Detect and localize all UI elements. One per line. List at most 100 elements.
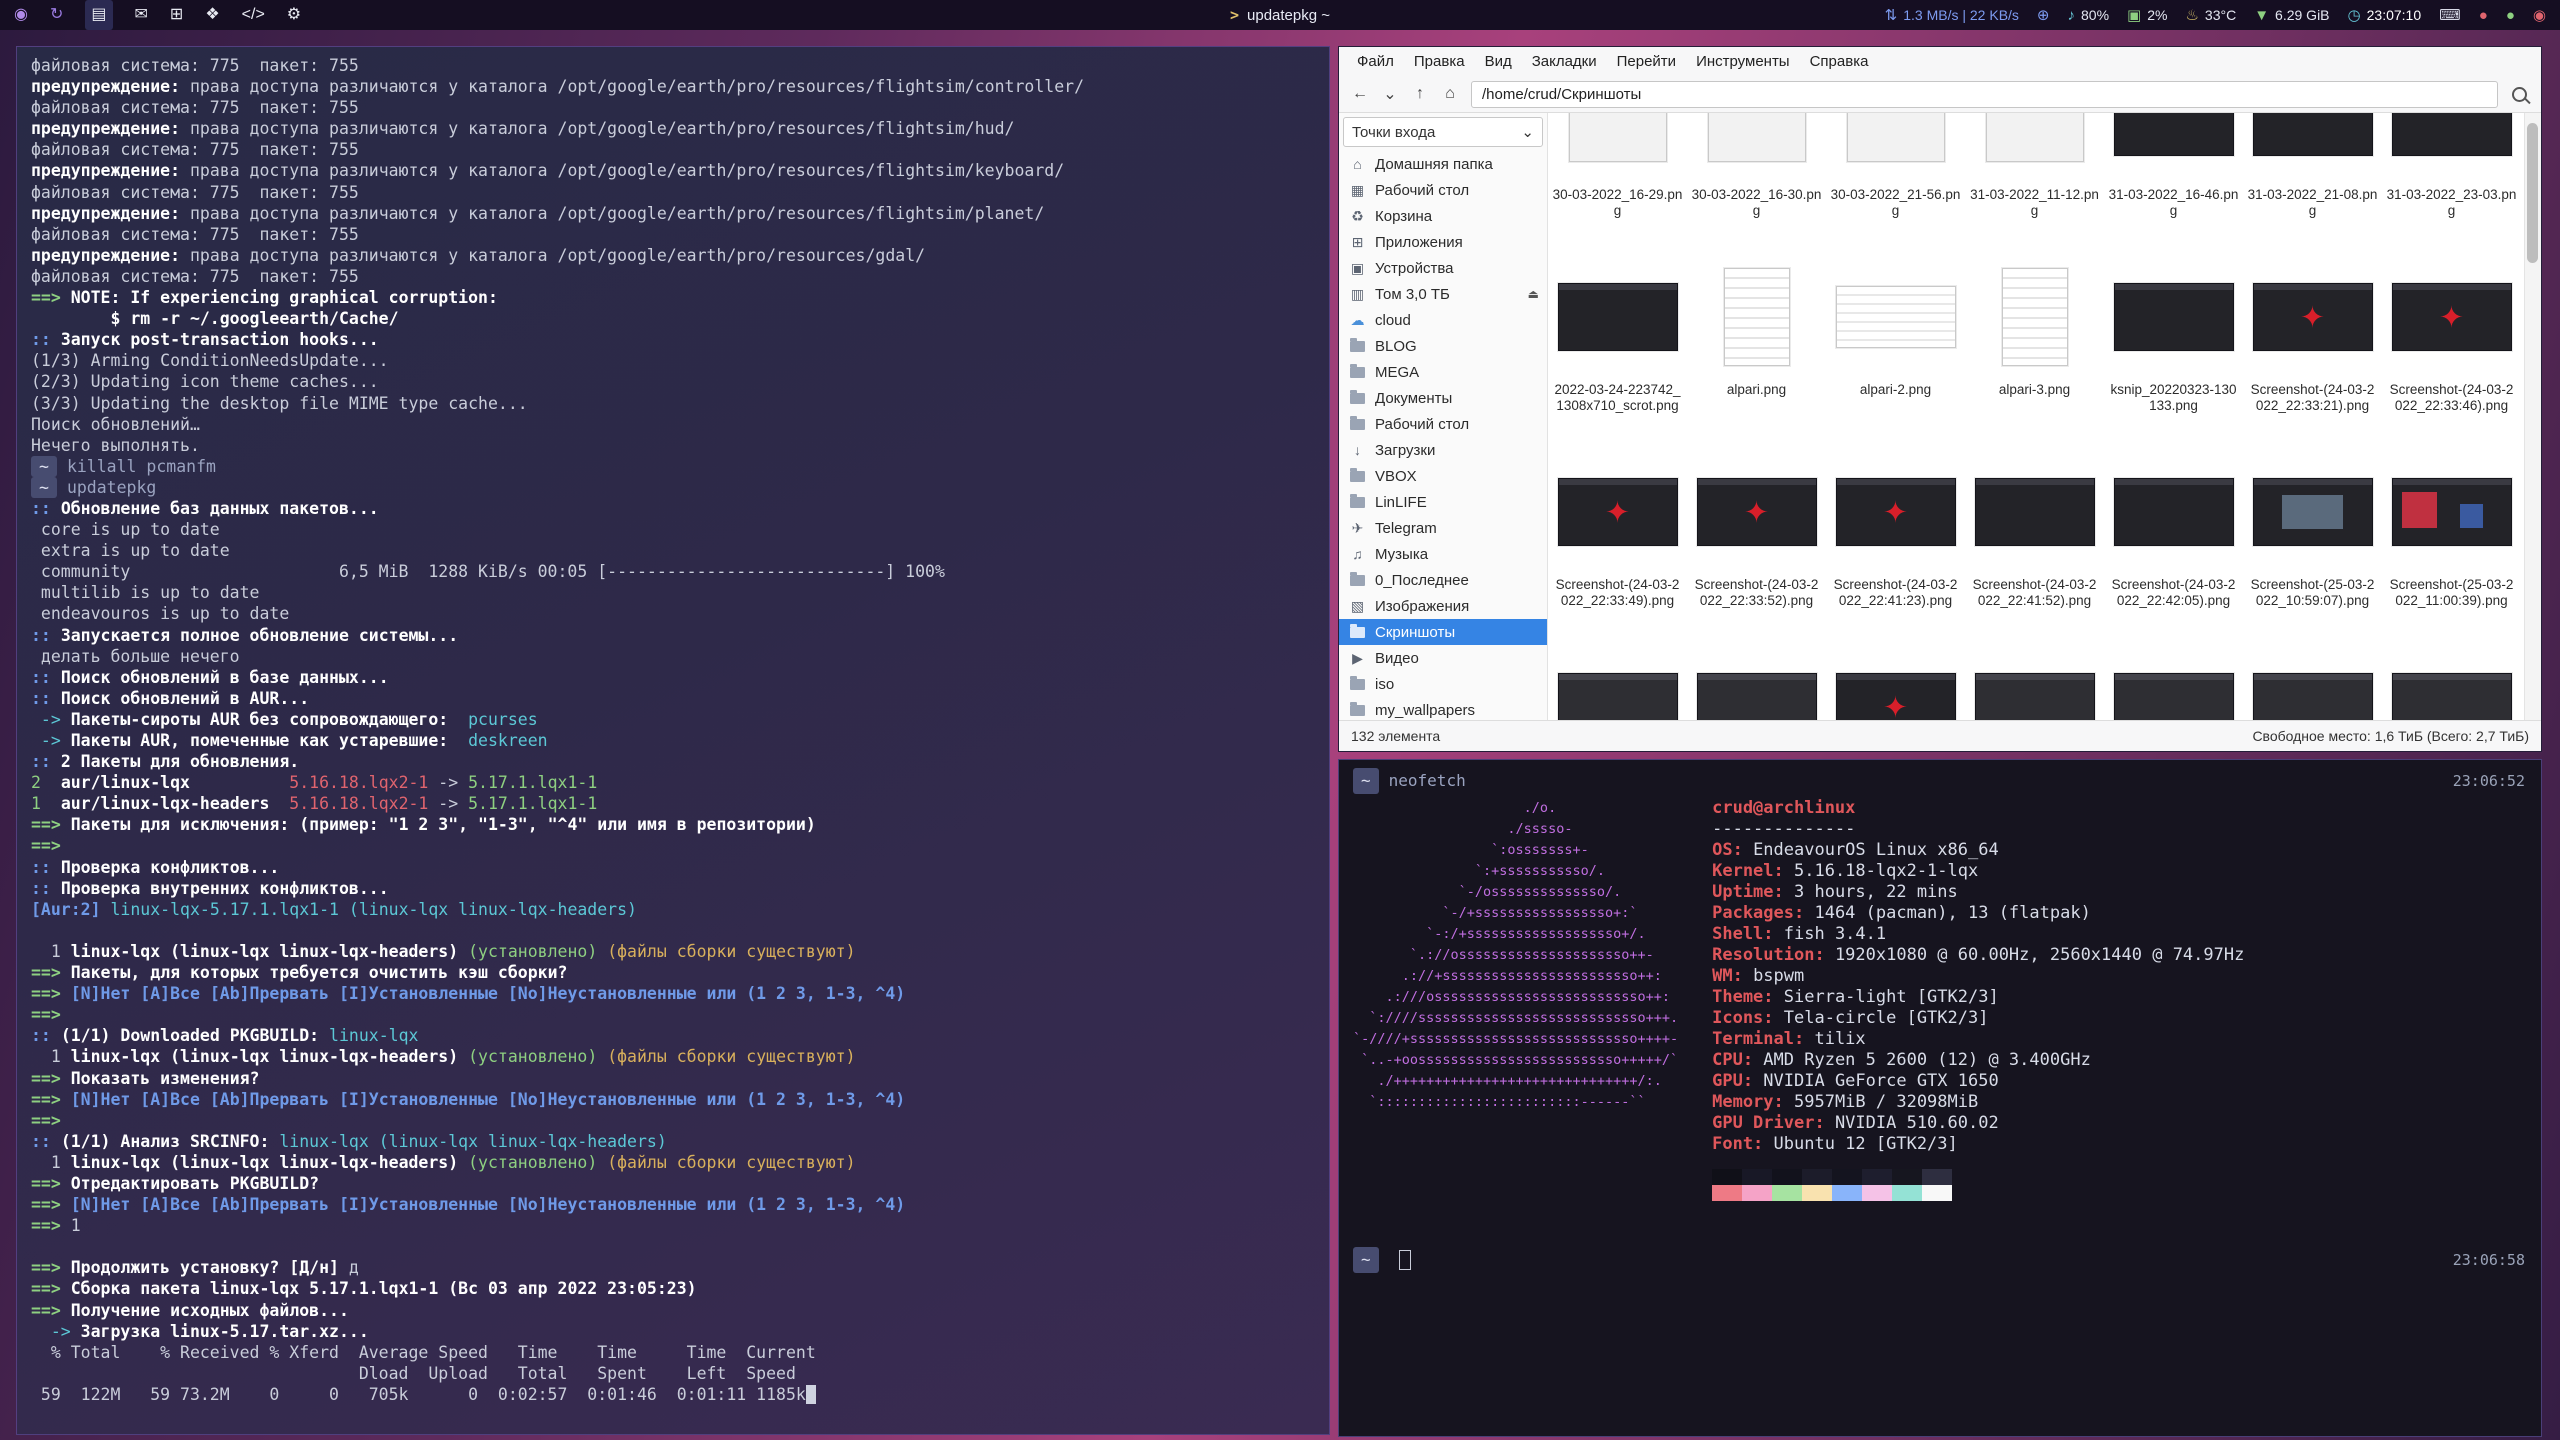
sidebar-item-cloud[interactable]: ☁cloud <box>1339 307 1547 333</box>
volume-indicator[interactable]: ♪80% <box>2068 7 2110 24</box>
apps-icon[interactable]: ⊞ <box>170 0 183 30</box>
fm-file-area[interactable]: 30-03-2022_16-29.png30-03-2022_16-30.png… <box>1548 113 2524 720</box>
file-item[interactable]: alpari-2.png <box>1826 250 1965 445</box>
sidebar-item-скриншоты[interactable]: Скриншоты <box>1339 619 1547 645</box>
file-item[interactable]: 31-03-2022_11-12.png <box>1965 113 2104 250</box>
menu-инструменты[interactable]: Инструменты <box>1686 49 1800 74</box>
file-name: Screenshot-(24-03-2022_22:41:52).png <box>1970 577 2100 608</box>
file-item[interactable]: 31-03-2022_23-03.png <box>2382 113 2521 250</box>
sidebar-item-приложения[interactable]: ⊞Приложения <box>1339 229 1547 255</box>
file-item[interactable]: Screenshot-(24-03-2022_22:33:46).png <box>2382 250 2521 445</box>
tools-icon[interactable]: ⚙ <box>287 0 301 30</box>
terminal-window[interactable]: файловая система: 775 пакет: 755предупре… <box>16 46 1330 1435</box>
file-thumbnail <box>1558 283 1678 351</box>
sidebar-item-telegram[interactable]: ✈Telegram <box>1339 515 1547 541</box>
file-name: Screenshot-(25-03-2022_10:59:07).png <box>2248 577 2378 608</box>
menu-правка[interactable]: Правка <box>1404 49 1475 74</box>
sidebar-item-vbox[interactable]: VBOX <box>1339 463 1547 489</box>
file-item[interactable]: Screenshot-(24-03-2022_22:33:52).png <box>1687 445 1826 640</box>
files-icon[interactable]: ▤ <box>85 0 112 30</box>
file-manager-window[interactable]: ФайлПравкаВидЗакладкиПерейтиИнструментыС… <box>1338 46 2542 752</box>
terminal-output: файловая система: 775 пакет: 755предупре… <box>31 55 1319 1405</box>
file-item[interactable] <box>1965 640 2104 720</box>
file-item[interactable]: 31-03-2022_21-08.png <box>2243 113 2382 250</box>
tray-record-icon[interactable]: ● <box>2479 7 2488 24</box>
file-item[interactable]: 2022-03-24-223742_1308x710_scrot.png <box>1548 250 1687 445</box>
sidebar-item-том-3-0-тб[interactable]: ▥Том 3,0 ТБ⏏ <box>1339 281 1547 307</box>
terminal-line: ==> Отредактировать PKGBUILD? <box>31 1173 1319 1194</box>
sidebar-item-музыка[interactable]: ♫Музыка <box>1339 541 1547 567</box>
sidebar-item-blog[interactable]: BLOG <box>1339 333 1547 359</box>
power-icon[interactable]: ◉ <box>2533 6 2546 24</box>
file-item[interactable]: alpari-3.png <box>1965 250 2104 445</box>
neofetch-bottom-prompt[interactable]: ~ 23:06:58 <box>1353 1247 2525 1273</box>
sidebar-item-видео[interactable]: ▶Видео <box>1339 645 1547 671</box>
temperature-indicator[interactable]: ♨33°C <box>2185 6 2236 24</box>
menu-вид[interactable]: Вид <box>1475 49 1522 74</box>
file-item[interactable]: Screenshot-(25-03-2022_11:00:39).png <box>2382 445 2521 640</box>
sidebar-item-рабочий-стол[interactable]: ▦Рабочий стол <box>1339 177 1547 203</box>
file-item[interactable] <box>2104 640 2243 720</box>
sidebar-item-изображения[interactable]: ▧Изображения <box>1339 593 1547 619</box>
launcher-icon[interactable]: ↻ <box>50 0 63 30</box>
folder-icon <box>1350 419 1365 430</box>
file-item[interactable]: Screenshot-(25-03-2022_10:59:07).png <box>2243 445 2382 640</box>
places-dropdown[interactable]: Точки входа ⌄ <box>1343 117 1543 147</box>
palette-color <box>1802 1185 1832 1201</box>
file-item[interactable]: 30-03-2022_21-56.png <box>1826 113 1965 250</box>
fm-scrollbar-thumb[interactable] <box>2527 123 2538 263</box>
file-item[interactable]: 30-03-2022_16-30.png <box>1687 113 1826 250</box>
back-button[interactable]: ← <box>1347 81 1373 107</box>
history-dropdown-button[interactable]: ⌄ <box>1377 81 1403 107</box>
menu-закладки[interactable]: Закладки <box>1522 49 1607 74</box>
globe-icon[interactable]: ⊕ <box>2037 6 2050 24</box>
sidebar-item-рабочий-стол[interactable]: Рабочий стол <box>1339 411 1547 437</box>
sidebar-item-mega[interactable]: MEGA <box>1339 359 1547 385</box>
volume-icon: ▥ <box>1349 286 1366 303</box>
sidebar-item-устройства[interactable]: ▣Устройства <box>1339 255 1547 281</box>
file-item[interactable] <box>2382 640 2521 720</box>
sidebar-item-0-последнее[interactable]: 0_Последнее <box>1339 567 1547 593</box>
code-icon[interactable]: </> <box>242 0 265 30</box>
file-item[interactable] <box>1687 640 1826 720</box>
file-item[interactable]: Screenshot-(24-03-2022_22:33:49).png <box>1548 445 1687 640</box>
search-icon[interactable] <box>2512 87 2527 102</box>
file-item[interactable]: 31-03-2022_16-46.png <box>2104 113 2243 250</box>
sidebar-item-корзина[interactable]: ♻Корзина <box>1339 203 1547 229</box>
window-icon[interactable]: ❖ <box>205 0 219 30</box>
file-item[interactable]: ksnip_20220323-130133.png <box>2104 250 2243 445</box>
file-item[interactable]: Screenshot-(24-03-2022_22:42:05).png <box>2104 445 2243 640</box>
sidebar-item-my-wallpapers[interactable]: my_wallpapers <box>1339 697 1547 720</box>
sidebar-item-linlife[interactable]: LinLIFE <box>1339 489 1547 515</box>
sidebar-item-домашняя-папка[interactable]: ⌂Домашняя папка <box>1339 151 1547 177</box>
tray-status-icon[interactable]: ● <box>2506 7 2515 24</box>
file-item[interactable]: Screenshot-(24-03-2022_22:41:52).png <box>1965 445 2104 640</box>
file-item[interactable] <box>1548 640 1687 720</box>
file-item[interactable] <box>2243 640 2382 720</box>
file-item[interactable]: Screenshot-(24-03-2022_22:41:23).png <box>1826 445 1965 640</box>
menu-справка[interactable]: Справка <box>1800 49 1879 74</box>
menu-icon[interactable]: ◉ <box>14 0 28 30</box>
menu-файл[interactable]: Файл <box>1347 49 1404 74</box>
home-button[interactable]: ⌂ <box>1437 81 1463 107</box>
path-input[interactable] <box>1471 81 2498 108</box>
cpu-indicator[interactable]: ▣2% <box>2127 6 2167 24</box>
network-speed[interactable]: ⇅1.3 MB/s | 22 KB/s <box>1885 6 2019 24</box>
file-item[interactable]: 30-03-2022_16-29.png <box>1548 113 1687 250</box>
fm-scrollbar[interactable] <box>2524 113 2541 720</box>
sidebar-item-документы[interactable]: Документы <box>1339 385 1547 411</box>
sidebar-item-iso[interactable]: iso <box>1339 671 1547 697</box>
menu-перейти[interactable]: Перейти <box>1607 49 1686 74</box>
eject-icon[interactable]: ⏏ <box>1528 287 1539 301</box>
file-item[interactable]: alpari.png <box>1687 250 1826 445</box>
up-button[interactable]: ↑ <box>1407 81 1433 107</box>
neofetch-terminal-window[interactable]: ~ neofetch 23:06:52 ./o. ./sssso- `:osss… <box>1338 759 2542 1437</box>
chat-icon[interactable]: ✉ <box>135 0 148 30</box>
terminal-line: ~updatepkg <box>31 477 1319 498</box>
memory-indicator[interactable]: ▼6.29 GiB <box>2254 7 2329 24</box>
keyboard-icon[interactable]: ⌨ <box>2439 6 2461 24</box>
clock[interactable]: ◷23:07:10 <box>2348 6 2422 24</box>
sidebar-item-загрузки[interactable]: ↓Загрузки <box>1339 437 1547 463</box>
file-item[interactable]: Screenshot-(24-03-2022_22:33:21).png <box>2243 250 2382 445</box>
file-item[interactable] <box>1826 640 1965 720</box>
